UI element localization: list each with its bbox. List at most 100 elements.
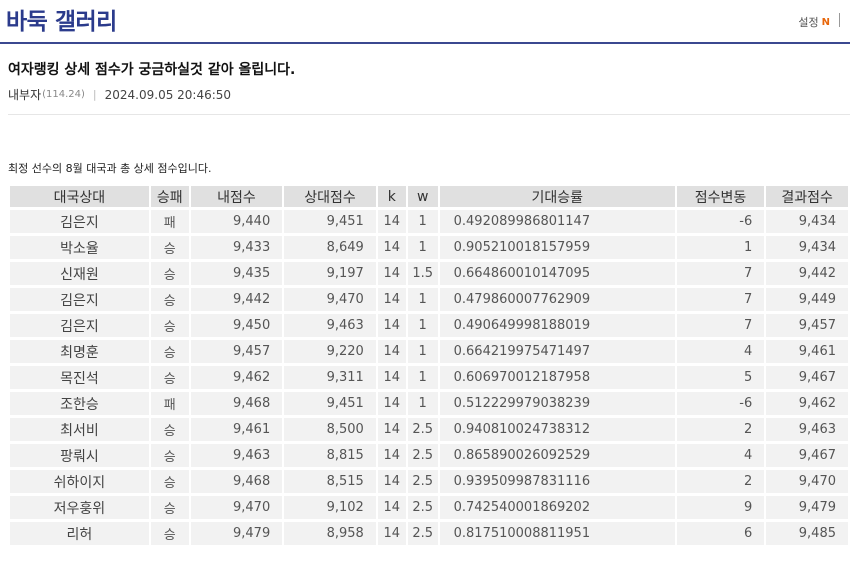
header-col-result: 승패 [150,186,189,207]
cell-col-expected: 0.664219975471497 [439,340,675,363]
cell-col-expected: 0.492089986801147 [439,210,675,233]
cell-col-result: 승 [150,418,189,441]
cell-col-k: 14 [377,392,406,415]
cell-col-w: 2.5 [407,418,438,441]
cell-col-result: 승 [150,288,189,311]
table-row: 김은지 패 9,440 9,451 14 1 0.492089986801147 -6 9,43… [10,210,848,233]
cell-col-change: 2 [676,418,765,441]
table-header-row: 대국상대 승패 내점수 상대점수 k w 기대승률 점수변동 결과점수 [10,186,848,207]
cell-col-my-score: 9,433 [190,236,283,259]
cell-col-change: 2 [676,470,765,493]
cell-col-final: 9,479 [766,496,848,519]
settings-button[interactable]: 설정 N [798,14,830,30]
cell-col-w: 1.5 [407,262,438,285]
new-badge: N [821,16,830,28]
cell-col-w: 2.5 [407,444,438,467]
cell-col-opponent: 리허 [10,522,149,545]
table-row: 김은지 승 9,442 9,470 14 1 0.479860007762909 7 9,449 [10,288,848,311]
cell-col-opp-score: 9,220 [284,340,376,363]
table-row: 목진석 승 9,462 9,311 14 1 0.606970012187958 5 9,467 [10,366,848,389]
cell-col-opp-score: 9,197 [284,262,376,285]
cell-col-my-score: 9,461 [190,418,283,441]
cell-col-w: 1 [407,288,438,311]
cell-col-k: 14 [377,444,406,467]
cell-col-opponent: 신재원 [10,262,149,285]
cell-col-k: 14 [377,314,406,337]
score-table-container: 대국상대 승패 내점수 상대점수 k w 기대승률 점수변동 결과점수 김은지 패 9,440 9,4… [8,183,850,548]
cell-col-k: 14 [377,262,406,285]
gallery-header: 바둑 갤러리 설정 N [0,0,850,44]
cell-col-expected: 0.512229979038239 [439,392,675,415]
table-row: 리허 승 9,479 8,958 14 2.5 0.817510008811951 6 9,48… [10,522,848,545]
cell-col-result: 승 [150,470,189,493]
cell-col-w: 2.5 [407,470,438,493]
cell-col-k: 14 [377,366,406,389]
cell-col-final: 9,442 [766,262,848,285]
gallery-title[interactable]: 바둑 갤러리 [6,2,117,36]
cell-col-my-score: 9,479 [190,522,283,545]
cell-col-k: 14 [377,340,406,363]
cell-col-result: 승 [150,340,189,363]
cell-col-final: 9,467 [766,366,848,389]
cell-col-my-score: 9,463 [190,444,283,467]
cell-col-opponent: 조한승 [10,392,149,415]
cell-col-change: 4 [676,340,765,363]
cell-col-expected: 0.490649998188019 [439,314,675,337]
cell-col-expected: 0.939509987831116 [439,470,675,493]
cell-col-my-score: 9,442 [190,288,283,311]
cell-col-final: 9,457 [766,314,848,337]
cell-col-final: 9,463 [766,418,848,441]
table-row: 조한승 패 9,468 9,451 14 1 0.512229979038239 -6 9,46… [10,392,848,415]
cell-col-opponent: 박소율 [10,236,149,259]
cell-col-opp-score: 9,451 [284,392,376,415]
cell-col-result: 승 [150,236,189,259]
cell-col-result: 승 [150,314,189,337]
cell-col-result: 승 [150,522,189,545]
cell-col-k: 14 [377,522,406,545]
table-row: 쉬하이지 승 9,468 8,515 14 2.5 0.939509987831116 2 9,… [10,470,848,493]
table-row: 최서비 승 9,461 8,500 14 2.5 0.940810024738312 2 9,4… [10,418,848,441]
cell-col-my-score: 9,440 [190,210,283,233]
table-body: 김은지 패 9,440 9,451 14 1 0.492089986801147 -6 9,43… [10,210,848,545]
cell-col-k: 14 [377,496,406,519]
table-row: 김은지 승 9,450 9,463 14 1 0.490649998188019 7 9,457 [10,314,848,337]
cell-col-my-score: 9,462 [190,366,283,389]
cell-col-change: 9 [676,496,765,519]
header-col-change: 점수변동 [676,186,765,207]
cell-col-result: 패 [150,392,189,415]
cell-col-expected: 0.865890026092529 [439,444,675,467]
cell-col-final: 9,462 [766,392,848,415]
cell-col-change: -6 [676,392,765,415]
cell-col-k: 14 [377,236,406,259]
cell-col-my-score: 9,435 [190,262,283,285]
author-name[interactable]: 내부자 [8,86,41,103]
cell-col-opp-score: 9,463 [284,314,376,337]
cell-col-expected: 0.940810024738312 [439,418,675,441]
cell-col-opponent: 최서비 [10,418,149,441]
cell-col-expected: 0.742540001869202 [439,496,675,519]
cell-col-w: 1 [407,392,438,415]
cell-col-result: 승 [150,444,189,467]
cell-col-final: 9,467 [766,444,848,467]
header-col-k: k [377,186,406,207]
cell-col-final: 9,461 [766,340,848,363]
cell-col-my-score: 9,457 [190,340,283,363]
cell-col-result: 승 [150,366,189,389]
cell-col-opp-score: 9,102 [284,496,376,519]
settings-label: 설정 [798,16,819,29]
cell-col-final: 9,470 [766,470,848,493]
cell-col-opp-score: 9,311 [284,366,376,389]
cell-col-opp-score: 8,515 [284,470,376,493]
score-table: 대국상대 승패 내점수 상대점수 k w 기대승률 점수변동 결과점수 김은지 패 9,440 9,4… [8,183,850,548]
cell-col-my-score: 9,468 [190,392,283,415]
table-row: 박소율 승 9,433 8,649 14 1 0.905210018157959 1 9,434 [10,236,848,259]
meta-separator: | [92,88,97,101]
cell-col-opponent: 목진석 [10,366,149,389]
post-intro: 최정 선수의 8월 대국과 총 상세 점수입니다. [8,162,212,175]
cell-col-opp-score: 8,500 [284,418,376,441]
cell-col-opponent: 김은지 [10,210,149,233]
header-col-expected: 기대승률 [439,186,675,207]
header-divider [839,13,840,27]
cell-col-opponent: 김은지 [10,288,149,311]
cell-col-opp-score: 9,470 [284,288,376,311]
